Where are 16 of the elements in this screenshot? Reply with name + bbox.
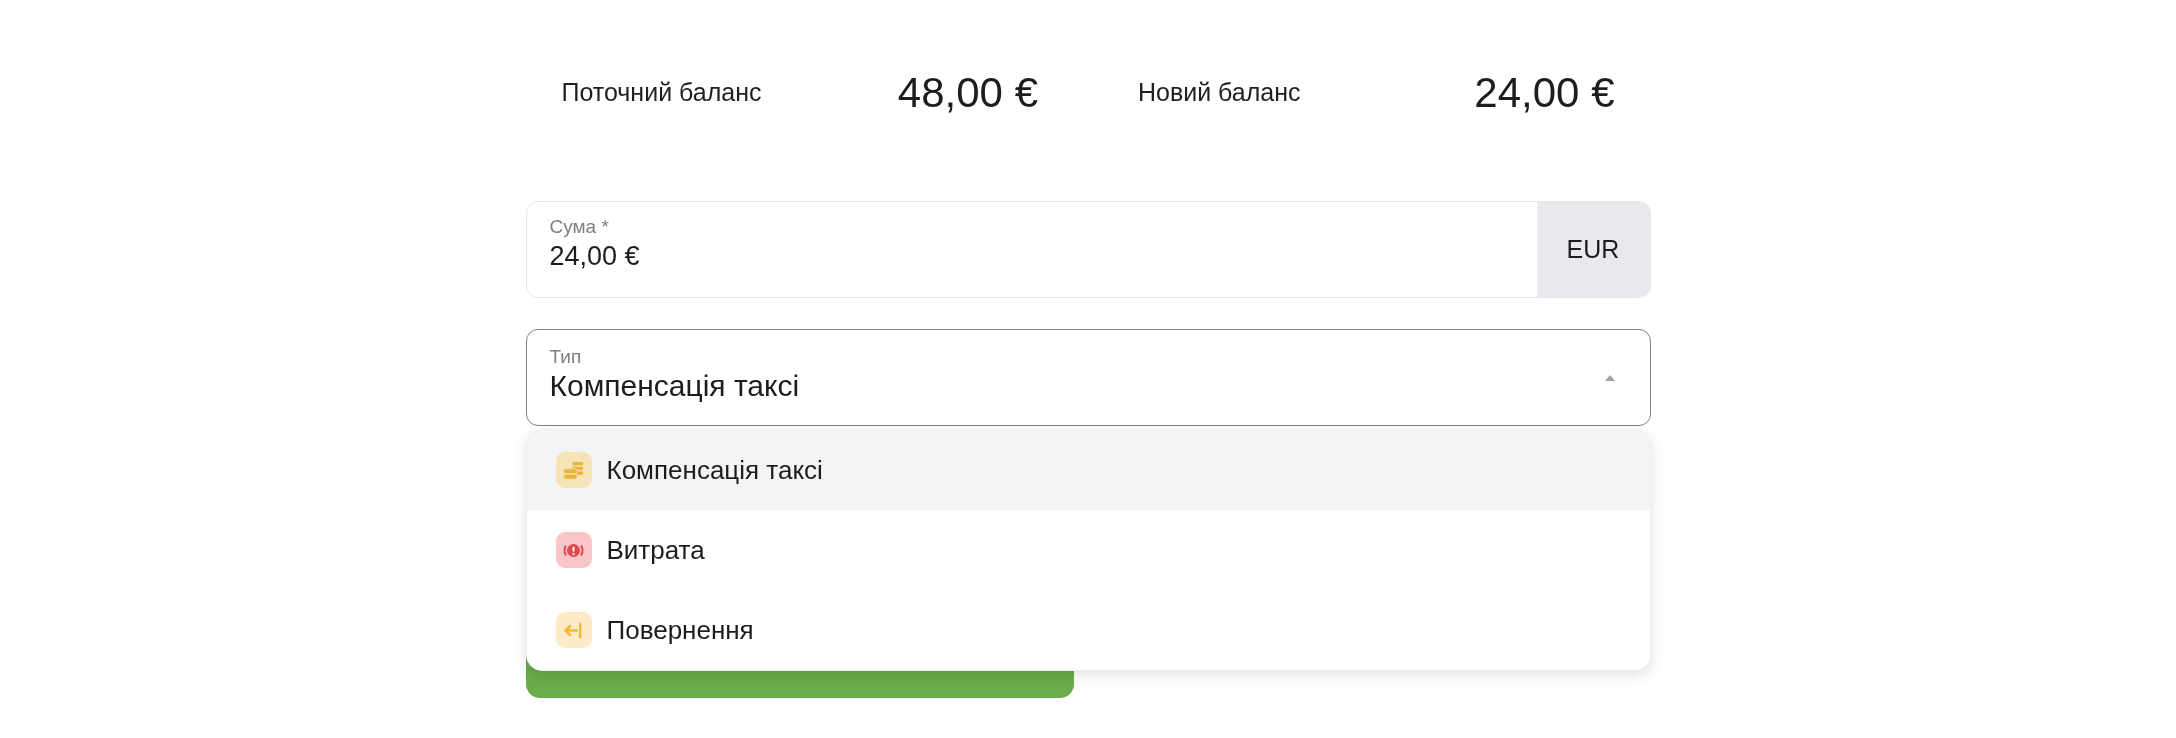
field-label: Тип: [549, 346, 582, 368]
balance-amount: 24,00 €: [1474, 68, 1615, 118]
amount-field[interactable]: Сума * 24,00 € EUR: [525, 201, 1651, 298]
balance-amount: 48,00 €: [897, 68, 1038, 118]
menu-option[interactable]: Компенсація таксі: [526, 430, 1650, 510]
balance-label: Новий баланс: [1138, 76, 1301, 108]
alert-icon: [555, 532, 592, 568]
menu-option[interactable]: Витрата: [526, 510, 1650, 590]
field-label: Сума *: [549, 216, 609, 238]
type-select[interactable]: Тип Компенсація таксі: [525, 329, 1651, 426]
coins-icon: [555, 452, 592, 488]
menu-option[interactable]: Повернення: [526, 590, 1650, 670]
amount-input[interactable]: 24,00 €: [549, 239, 1517, 273]
arrow-left-bar-icon: [555, 612, 592, 648]
balance-label: Поточний баланс: [561, 76, 762, 108]
currency-addon: EUR: [1536, 202, 1650, 297]
